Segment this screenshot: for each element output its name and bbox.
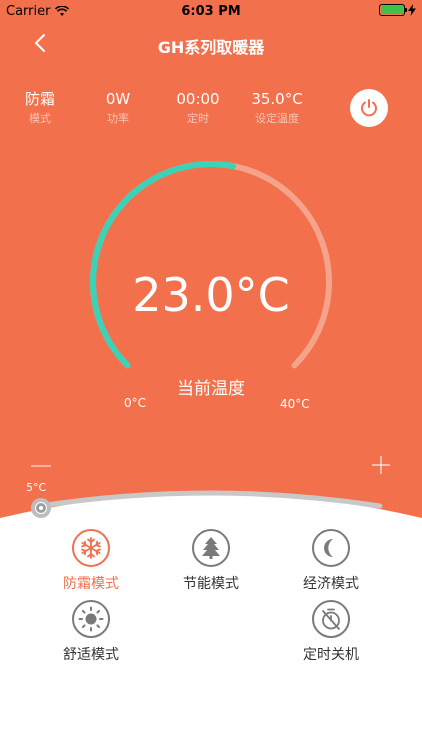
mode-antifrost-button[interactable]: 防霜模式 bbox=[36, 529, 146, 593]
battery-icon bbox=[379, 4, 407, 16]
charging-icon bbox=[408, 4, 416, 16]
tree-icon bbox=[202, 537, 220, 559]
stat-set-temp: 35.0°C 设定温度 bbox=[246, 90, 308, 126]
gauge-progress bbox=[90, 161, 237, 369]
stat-timer-value: 00:00 bbox=[176, 90, 220, 108]
stat-timer: 00:00 定时 bbox=[170, 90, 226, 126]
status-time: 6:03 PM bbox=[181, 4, 241, 19]
slider-knob[interactable] bbox=[31, 498, 51, 518]
mode-timer-off-button[interactable]: 定时关机 bbox=[276, 600, 386, 664]
decrease-icon[interactable] bbox=[31, 465, 51, 467]
temperature-slider-track[interactable] bbox=[0, 470, 422, 530]
stat-mode-value: 防霜 bbox=[24, 90, 55, 108]
current-temperature: 23.0°C bbox=[132, 268, 290, 322]
mode-energy-saving-circle bbox=[192, 529, 230, 567]
current-temperature-label: 当前温度 bbox=[177, 379, 245, 399]
stat-power-label: 功率 bbox=[107, 112, 129, 125]
stat-mode-label: 模式 bbox=[29, 112, 51, 125]
mode-economy-label: 经济模式 bbox=[303, 576, 359, 592]
mode-economy-button[interactable]: 经济模式 bbox=[276, 529, 386, 593]
timer-off-icon bbox=[322, 608, 340, 630]
sun-icon bbox=[78, 606, 104, 632]
mode-antifrost-label: 防霜模式 bbox=[63, 576, 119, 592]
page-title: GH系列取暖器 bbox=[157, 38, 265, 57]
moon-icon bbox=[324, 539, 333, 557]
mode-timer-off-circle bbox=[312, 600, 350, 638]
mode-timer-off-label: 定时关机 bbox=[303, 647, 359, 663]
mode-economy-circle bbox=[312, 529, 350, 567]
power-button[interactable] bbox=[350, 89, 388, 127]
snowflake-icon bbox=[81, 537, 101, 559]
mode-energy-saving-label: 节能模式 bbox=[183, 576, 239, 592]
mode-antifrost-circle bbox=[72, 529, 110, 567]
status-bar: Carrier 6:03 PM bbox=[0, 0, 422, 24]
stat-power-value: 0W bbox=[105, 90, 131, 108]
slider-value-label: 5°C bbox=[26, 481, 47, 494]
stat-power: 0W 功率 bbox=[96, 90, 140, 126]
stat-set-temp-value: 35.0°C bbox=[251, 90, 303, 108]
gauge-max-label: 40°C bbox=[280, 397, 310, 411]
stat-timer-label: 定时 bbox=[187, 112, 209, 125]
gauge-min-label: 0°C bbox=[124, 396, 147, 410]
mode-comfort-label: 舒适模式 bbox=[63, 647, 119, 663]
mode-energy-saving-button[interactable]: 节能模式 bbox=[156, 529, 266, 593]
power-icon bbox=[361, 99, 377, 117]
mode-comfort-button[interactable]: 舒适模式 bbox=[36, 600, 146, 664]
mode-comfort-circle bbox=[72, 600, 110, 638]
stat-mode: 防霜 模式 bbox=[18, 90, 62, 126]
stat-set-temp-label: 设定温度 bbox=[255, 112, 299, 125]
